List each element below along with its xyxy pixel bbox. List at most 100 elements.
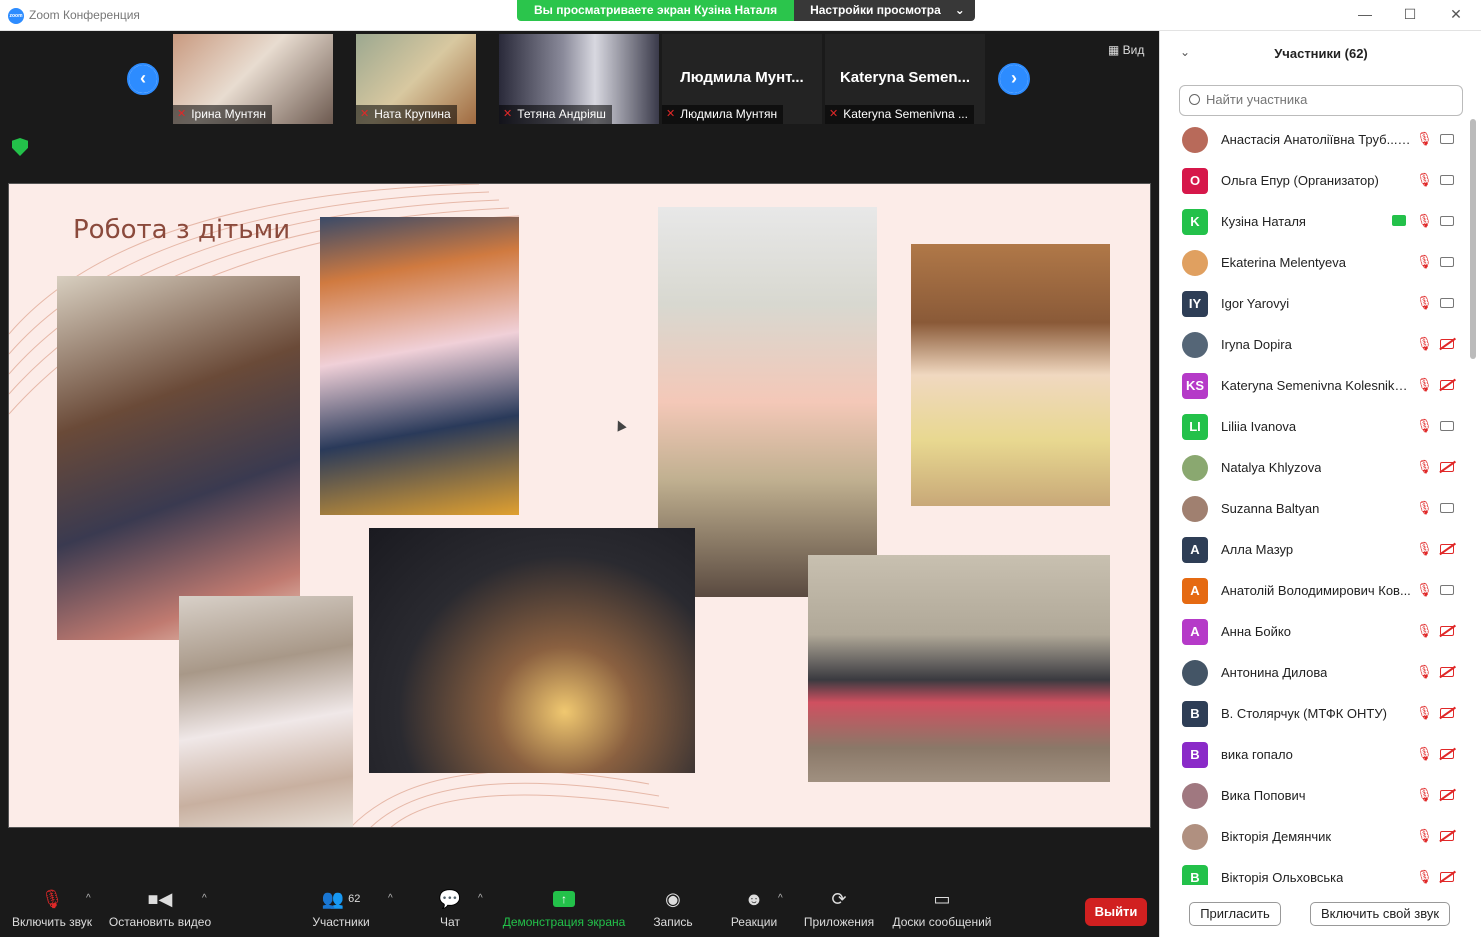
participant-name: Natalya Khlyzova bbox=[1221, 460, 1322, 475]
record-button[interactable]: ◉ Запись bbox=[650, 887, 696, 930]
video-on-icon bbox=[1440, 134, 1454, 144]
participant-row[interactable]: A Анатолій Володимирович Ков... 🎙 bbox=[1160, 570, 1472, 611]
video-on-icon bbox=[1440, 257, 1454, 267]
chevron-up-icon[interactable]: ^ bbox=[86, 893, 91, 904]
video-off-icon bbox=[1440, 872, 1454, 882]
video-on-icon bbox=[1440, 175, 1454, 185]
chevron-up-icon[interactable]: ^ bbox=[202, 893, 207, 904]
thumbnail-name: Людмила Мунтян bbox=[680, 107, 778, 121]
avatar bbox=[1182, 660, 1208, 686]
maximize-button[interactable]: ☐ bbox=[1400, 6, 1420, 23]
mic-muted-icon: 🎙 bbox=[1416, 213, 1433, 228]
stop-video-label: Остановить видео bbox=[108, 915, 212, 929]
participant-row[interactable]: Ekaterina Melentyeva 🎙 bbox=[1160, 242, 1472, 283]
video-thumbnail[interactable]: ✕ Ірина Мунтян bbox=[173, 34, 333, 124]
mic-muted-icon: ✕ bbox=[177, 108, 187, 120]
leave-button[interactable]: Выйти bbox=[1085, 898, 1147, 926]
video-thumbnail[interactable]: Людмила Мунт... ✕ Людмила Мунтян bbox=[662, 34, 822, 124]
mic-muted-icon: ✕ bbox=[360, 108, 370, 120]
video-thumbnail[interactable]: ✕ Тетяна Андріяш bbox=[499, 34, 659, 124]
video-off-icon bbox=[1440, 626, 1454, 636]
participant-row[interactable]: B Вікторія Ольховська 🎙 bbox=[1160, 857, 1472, 885]
participant-row[interactable]: B В. Столярчук (МТФК ОНТУ) 🎙 bbox=[1160, 693, 1472, 734]
panel-header: ⌄ Участники (62) bbox=[1160, 31, 1481, 75]
participant-row[interactable]: IY Igor Yarovyi 🎙 bbox=[1160, 283, 1472, 324]
video-off-icon bbox=[1440, 667, 1454, 677]
unmute-button[interactable]: 🎙 Включить звук ^ bbox=[8, 887, 96, 930]
participants-button[interactable]: 👥 62 Участники ^ bbox=[310, 887, 392, 930]
gallery-prev-button[interactable]: ‹ bbox=[127, 63, 159, 95]
participant-name: Вікторія Ольховська bbox=[1221, 870, 1344, 885]
mic-muted-icon: 🎙 bbox=[1416, 582, 1433, 597]
participant-name: Анна Бойко bbox=[1221, 624, 1291, 639]
slide-photo bbox=[911, 244, 1110, 506]
chevron-up-icon[interactable]: ^ bbox=[478, 893, 483, 904]
thumbnail-name: Ната Крупина bbox=[374, 107, 451, 121]
thumbnail-overlay-name: Людмила Мунт... bbox=[680, 69, 804, 86]
participant-row[interactable]: Iryna Dopira 🎙 bbox=[1160, 324, 1472, 365]
gallery-next-button[interactable]: › bbox=[998, 63, 1030, 95]
smiley-icon: ☻ bbox=[744, 888, 764, 909]
participant-name: Вікторія Демянчик bbox=[1221, 829, 1332, 844]
participant-row[interactable]: A Анна Бойко 🎙 bbox=[1160, 611, 1472, 652]
apps-icon: ⟳ bbox=[831, 888, 847, 909]
participant-row[interactable]: Вікторія Демянчик 🎙 bbox=[1160, 816, 1472, 857]
video-thumbnail[interactable]: ✕ Ната Крупина bbox=[356, 34, 476, 124]
avatar: O bbox=[1182, 168, 1208, 194]
minimize-button[interactable]: — bbox=[1355, 6, 1375, 22]
participant-row[interactable]: LI Liliia Ivanova 🎙 bbox=[1160, 406, 1472, 447]
video-thumbnail[interactable]: Kateryna Semen... ✕ Kateryna Semenivna ..… bbox=[825, 34, 985, 124]
participant-row[interactable]: Suzanna Baltyan 🎙 bbox=[1160, 488, 1472, 529]
avatar: B bbox=[1182, 742, 1208, 768]
reactions-label: Реакции bbox=[730, 915, 778, 929]
participant-row[interactable]: K Кузіна Наталя 🎙 bbox=[1160, 201, 1472, 242]
participant-row[interactable]: A Алла Мазур 🎙 bbox=[1160, 529, 1472, 570]
reactions-button[interactable]: ☻ Реакции ^ bbox=[728, 887, 783, 930]
participant-row[interactable]: KS Kateryna Semenivna Kolesnikova 🎙 bbox=[1160, 365, 1472, 406]
participant-search[interactable] bbox=[1179, 85, 1463, 116]
avatar: A bbox=[1182, 578, 1208, 604]
participant-row[interactable]: Natalya Khlyzova 🎙 bbox=[1160, 447, 1472, 488]
participant-row[interactable]: Антонина Дилова 🎙 bbox=[1160, 652, 1472, 693]
close-button[interactable]: ✕ bbox=[1446, 6, 1466, 23]
participant-row[interactable]: Bвика гопало 🎙 bbox=[1160, 734, 1472, 775]
participant-row[interactable]: O Ольга Епур (Организатор) 🎙 bbox=[1160, 160, 1472, 201]
security-shield-icon[interactable] bbox=[12, 138, 28, 156]
stop-video-button[interactable]: ■◀ Остановить видео ^ bbox=[108, 887, 212, 930]
mic-muted-icon: 🎙 bbox=[1416, 295, 1433, 310]
avatar: B bbox=[1182, 865, 1208, 885]
chevron-down-icon: ⌄ bbox=[954, 3, 965, 17]
chat-button[interactable]: 💬 Чат ^ bbox=[432, 887, 483, 930]
video-on-icon bbox=[1440, 503, 1454, 513]
avatar: K bbox=[1182, 209, 1208, 235]
view-label: Вид bbox=[1122, 43, 1145, 57]
share-screen-button[interactable]: ↑ Демонстрация экрана bbox=[502, 887, 626, 929]
participant-row[interactable]: Вика Попович 🎙 bbox=[1160, 775, 1472, 816]
unmute-label: Включить звук bbox=[11, 915, 93, 929]
zoom-window: zoom Zoom Конференция Вы просматриваете … bbox=[0, 0, 1481, 937]
participants-count: 62 bbox=[348, 893, 361, 905]
participant-row[interactable]: Анастасія Анатоліївна Труб... (Я) 🎙 bbox=[1160, 119, 1472, 160]
participant-name: Анатолій Володимирович Ков... bbox=[1221, 583, 1411, 598]
view-settings-button[interactable]: Настройки просмотра ⌄ bbox=[794, 0, 975, 21]
unmute-self-button[interactable]: Включить свой звук bbox=[1310, 902, 1450, 926]
record-icon: ◉ bbox=[665, 888, 681, 909]
mic-muted-icon: 🎙 bbox=[1416, 131, 1433, 146]
apps-label: Приложения bbox=[803, 915, 875, 929]
avatar bbox=[1182, 332, 1208, 358]
chat-icon: 💬 bbox=[438, 888, 462, 909]
apps-button[interactable]: ⟳ Приложения bbox=[801, 887, 877, 930]
whiteboards-button[interactable]: ▭ Доски сообщений bbox=[889, 887, 995, 930]
scrollbar[interactable] bbox=[1470, 119, 1476, 359]
video-on-icon bbox=[1440, 298, 1454, 308]
view-button[interactable]: ▦ Вид bbox=[1108, 43, 1144, 57]
invite-button[interactable]: Пригласить bbox=[1189, 902, 1281, 926]
search-input[interactable] bbox=[1206, 92, 1456, 107]
panel-footer: Пригласить Включить свой звук bbox=[1160, 893, 1481, 937]
video-off-icon bbox=[1440, 462, 1454, 472]
avatar bbox=[1182, 783, 1208, 809]
mic-muted-icon: 🎙 bbox=[1416, 623, 1433, 638]
chevron-up-icon[interactable]: ^ bbox=[388, 893, 393, 904]
slide-photo bbox=[320, 217, 519, 515]
chevron-up-icon[interactable]: ^ bbox=[778, 893, 783, 904]
